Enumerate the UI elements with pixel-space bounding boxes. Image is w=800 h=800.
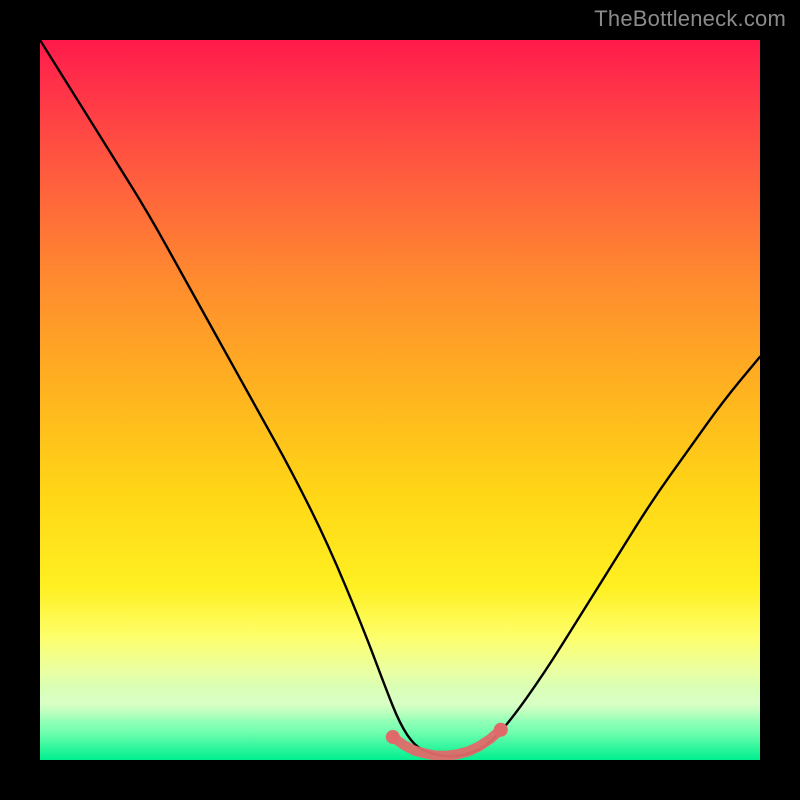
highlight-dot	[386, 730, 400, 744]
chart-frame: TheBottleneck.com	[0, 0, 800, 800]
plot-area	[40, 40, 760, 760]
highlight-path	[393, 730, 501, 756]
bottleneck-curve	[40, 40, 760, 756]
highlight-dot	[494, 723, 508, 737]
curve-svg	[40, 40, 760, 760]
watermark-text: TheBottleneck.com	[594, 6, 786, 32]
